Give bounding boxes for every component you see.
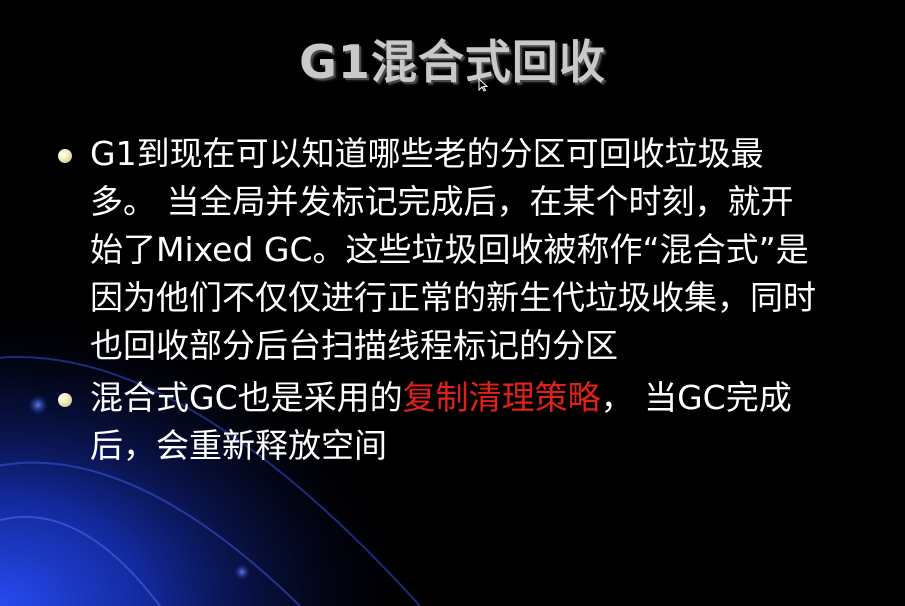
glow-dot-1 bbox=[28, 395, 48, 415]
glow-dot-2 bbox=[234, 564, 250, 580]
bullet-item-1: G1到现在可以知道哪些老的分区可回收垃圾最多。 当全局并发标记完成后，在某个时刻… bbox=[58, 130, 820, 370]
bullet-text: G1到现在可以知道哪些老的分区可回收垃圾最多。 当全局并发标记完成后，在某个时刻… bbox=[90, 134, 816, 365]
round-bullet-icon bbox=[58, 149, 72, 163]
highlighted-term: 复制清理策略 bbox=[402, 378, 601, 417]
round-bullet-icon bbox=[58, 393, 72, 407]
slide: G1混合式回收 G1到现在可以知道哪些老的分区可回收垃圾最多。 当全局并发标记完… bbox=[0, 0, 905, 606]
bullet-item-2: 混合式GC也是采用的复制清理策略， 当GC完成后，会重新释放空间 bbox=[58, 374, 820, 470]
slide-title: G1混合式回收 bbox=[299, 35, 606, 89]
mouse-pointer-icon bbox=[478, 78, 488, 92]
bullet-list: G1到现在可以知道哪些老的分区可回收垃圾最多。 当全局并发标记完成后，在某个时刻… bbox=[58, 130, 858, 474]
bullet-text-before: 混合式GC也是采用的 bbox=[90, 378, 403, 417]
